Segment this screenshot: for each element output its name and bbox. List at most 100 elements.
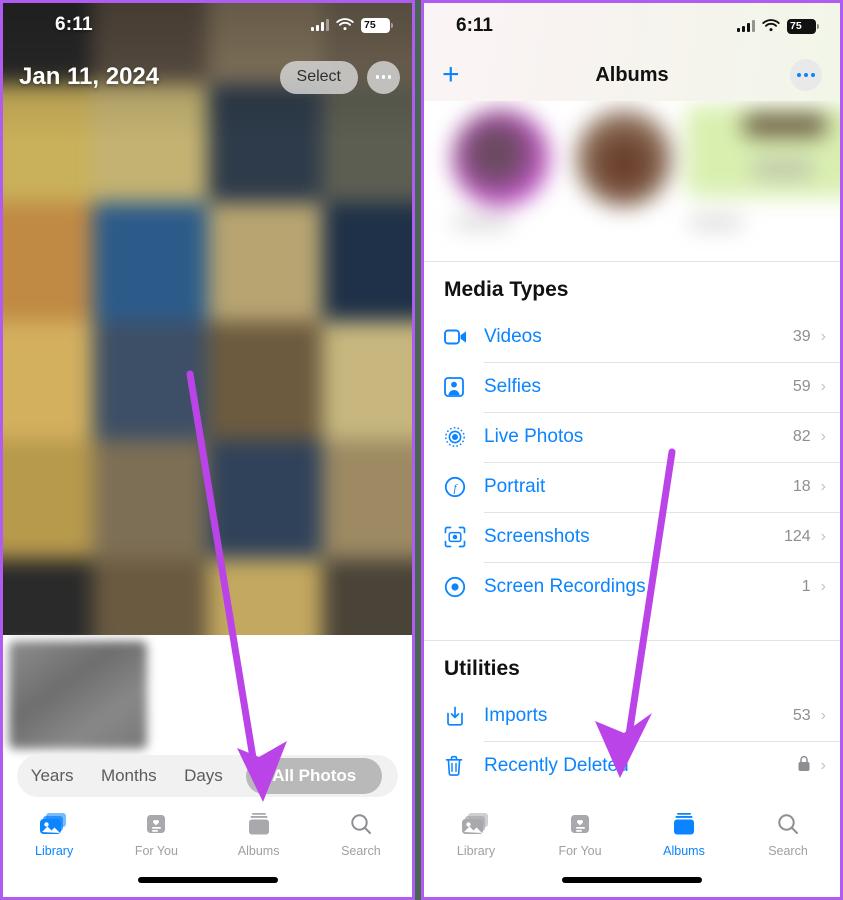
- list-item-count: 1: [801, 578, 811, 595]
- tab-for-you[interactable]: For You: [105, 809, 207, 858]
- tab-label-albums: Albums: [237, 844, 280, 858]
- left-phone-screen: 6:11 75 Jan 11, 2024 Select Years Months…: [0, 0, 415, 900]
- right-status-bar: 6:11 75: [424, 3, 840, 49]
- albums-stack-icon: [671, 809, 697, 839]
- list-item-imports[interactable]: Imports 53 ›: [424, 691, 840, 741]
- lock-icon: [797, 755, 811, 777]
- chevron-right-icon: ›: [820, 757, 826, 774]
- import-download-icon: [444, 705, 484, 727]
- utilities-list: Imports 53 › Recently Deleted ›: [424, 691, 840, 791]
- tab-label-search: Search: [768, 844, 808, 858]
- page-title: Albums: [595, 63, 669, 86]
- album-thumbnails-row[interactable]: [424, 101, 840, 253]
- left-tab-bar: Library For You Albums Search: [3, 809, 412, 875]
- thumbnail-strip: [3, 635, 412, 757]
- left-nav-row: Jan 11, 2024 Select: [3, 55, 412, 99]
- screenshot-icon: [444, 526, 484, 548]
- list-item-count: 59: [792, 378, 811, 395]
- list-item-label: Screen Recordings: [484, 576, 646, 597]
- search-icon: [349, 809, 373, 839]
- list-item-label: Recently Deleted: [484, 755, 629, 776]
- tab-library[interactable]: Library: [424, 809, 528, 858]
- status-time: 6:11: [456, 15, 493, 36]
- list-item-selfies[interactable]: Selfies 59 ›: [424, 362, 840, 412]
- battery-icon: 75: [361, 17, 393, 33]
- tab-label-albums: Albums: [663, 844, 705, 858]
- section-header-media-types: Media Types: [444, 278, 569, 301]
- chevron-right-icon: ›: [820, 328, 826, 345]
- battery-icon: 75: [787, 18, 819, 34]
- f-aperture-icon: f: [444, 476, 484, 498]
- person-portrait-icon: [444, 377, 484, 397]
- cellular-signal-icon: [310, 19, 329, 31]
- left-status-bar: 6:11 75: [3, 3, 412, 47]
- ellipsis-icon[interactable]: [790, 59, 822, 91]
- list-item-count: 18: [792, 478, 811, 495]
- album-label-blurred: [454, 217, 510, 228]
- select-button[interactable]: Select: [279, 60, 358, 94]
- tab-search[interactable]: Search: [736, 809, 840, 858]
- battery-percent: 75: [364, 19, 376, 31]
- search-icon: [776, 809, 800, 839]
- albums-header: + Albums: [424, 49, 840, 101]
- live-photo-icon: [444, 426, 484, 448]
- chevron-right-icon: ›: [820, 428, 826, 445]
- list-item-label: Imports: [484, 705, 548, 726]
- list-item-recently-deleted[interactable]: Recently Deleted ›: [424, 741, 840, 791]
- segment-all-photos[interactable]: All Photos: [246, 758, 383, 794]
- list-item-label: Live Photos: [484, 426, 584, 447]
- list-item-label: Screenshots: [484, 526, 590, 547]
- chevron-right-icon: ›: [820, 478, 826, 495]
- segment-days[interactable]: Days: [180, 766, 227, 786]
- tab-albums[interactable]: Albums: [632, 809, 736, 858]
- chevron-right-icon: ›: [820, 578, 826, 595]
- photo-thumbnail[interactable]: [9, 641, 147, 749]
- tab-albums[interactable]: Albums: [208, 809, 310, 858]
- media-types-list: Videos 39 › Selfies 59 › Live Photos 82 …: [424, 312, 840, 612]
- list-item-label: Videos: [484, 326, 542, 347]
- list-item-screenshots[interactable]: Screenshots 124 ›: [424, 512, 840, 562]
- ellipsis-icon[interactable]: [367, 60, 400, 94]
- list-item-live-photos[interactable]: Live Photos 82 ›: [424, 412, 840, 462]
- chevron-right-icon: ›: [820, 528, 826, 545]
- wifi-icon: [762, 19, 780, 32]
- tab-label-search: Search: [341, 844, 381, 858]
- section-header-utilities: Utilities: [444, 657, 520, 680]
- segment-years[interactable]: Years: [27, 766, 78, 786]
- tab-label-library: Library: [456, 844, 496, 858]
- list-item-portrait[interactable]: f Portrait 18 ›: [424, 462, 840, 512]
- list-item-count: 39: [792, 328, 811, 345]
- tab-search[interactable]: Search: [310, 809, 412, 858]
- list-item-count: 124: [783, 528, 811, 545]
- tab-label-library: Library: [35, 844, 74, 858]
- album-thumbnails-blurred: [424, 101, 840, 253]
- chevron-right-icon: ›: [820, 707, 826, 724]
- battery-percent: 75: [790, 20, 802, 32]
- albums-stack-icon: [246, 809, 272, 839]
- albums-list[interactable]: Media Types Videos 39 › Selfies 59 › Liv…: [424, 253, 840, 809]
- trash-icon: [444, 755, 484, 777]
- album-label-blurred: [690, 217, 742, 228]
- chevron-right-icon: ›: [820, 378, 826, 395]
- album-thumb[interactable]: [452, 109, 550, 207]
- plus-icon[interactable]: +: [442, 60, 460, 90]
- tab-for-you[interactable]: For You: [528, 809, 632, 858]
- right-tab-bar: Library For You Albums Search: [424, 809, 840, 875]
- cellular-signal-icon: [736, 20, 755, 32]
- segment-months[interactable]: Months: [97, 766, 161, 786]
- list-item-count: 82: [792, 428, 811, 445]
- photo-library-icon: [461, 809, 491, 839]
- album-thumb[interactable]: [576, 109, 672, 207]
- list-item-label: Selfies: [484, 376, 542, 397]
- status-time: 6:11: [55, 14, 93, 35]
- for-you-card-icon: [568, 809, 592, 839]
- home-indicator: [562, 877, 702, 883]
- for-you-card-icon: [144, 809, 168, 839]
- tab-library[interactable]: Library: [3, 809, 105, 858]
- album-thumb[interactable]: [686, 105, 840, 197]
- list-item-videos[interactable]: Videos 39 ›: [424, 312, 840, 362]
- list-item-screen-recordings[interactable]: Screen Recordings 1 ›: [424, 562, 840, 612]
- timeline-segmented-control[interactable]: Years Months Days All Photos: [17, 755, 398, 797]
- tab-label-for-you: For You: [558, 844, 602, 858]
- right-phone-screen: 6:11 75 + Albums Media Types Videos 39 ›…: [421, 0, 843, 900]
